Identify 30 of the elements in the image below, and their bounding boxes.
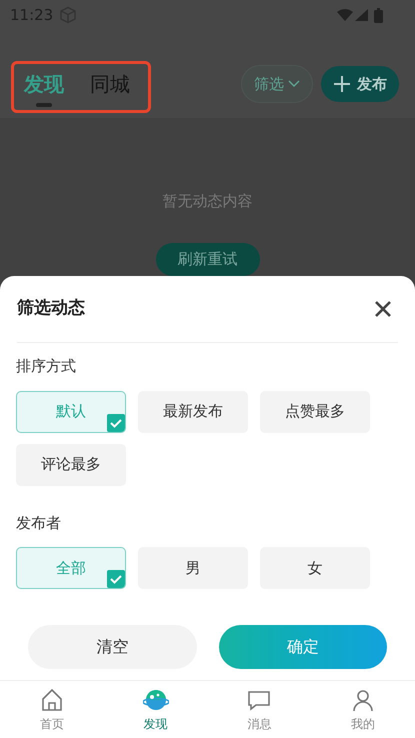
filter-option[interactable]: 男 xyxy=(138,547,248,589)
filter-option[interactable]: 点赞最多 xyxy=(260,390,370,432)
chevron-down-icon xyxy=(288,80,300,88)
section-label: 发布者 xyxy=(16,512,62,534)
confirm-button[interactable]: 确定 xyxy=(218,625,387,669)
check-icon xyxy=(107,414,125,432)
publish-button[interactable]: 发布 xyxy=(321,66,399,102)
filter-option[interactable]: 全部 xyxy=(16,547,126,589)
close-icon[interactable] xyxy=(373,299,393,319)
nav-tab[interactable]: 消息 xyxy=(208,681,312,738)
battery-icon xyxy=(374,8,383,22)
filter-option[interactable]: 评论最多 xyxy=(16,444,126,486)
tab[interactable]: 发现 xyxy=(24,69,64,99)
nav-tab[interactable]: 发现 xyxy=(104,681,208,738)
tab-indicator xyxy=(36,103,52,107)
filter-option[interactable]: 默认 xyxy=(16,390,126,432)
empty-message: 暂无动态内容 xyxy=(162,191,252,212)
filter-button[interactable]: 筛选 xyxy=(241,65,313,103)
signal-icon xyxy=(355,9,368,21)
filter-option[interactable]: 女 xyxy=(260,547,370,589)
check-icon xyxy=(107,570,125,588)
nav-tab[interactable]: 首页 xyxy=(0,681,104,738)
plus-icon xyxy=(333,75,351,93)
wifi-icon xyxy=(337,9,353,21)
sheet-title: 筛选动态 xyxy=(17,297,86,320)
nav-tab[interactable]: 我的 xyxy=(311,681,415,738)
section-label: 排序方式 xyxy=(16,356,77,377)
clear-button[interactable]: 清空 xyxy=(28,625,196,669)
filter-option[interactable]: 最新发布 xyxy=(138,390,248,432)
retry-button[interactable]: 刷新重试 xyxy=(156,242,260,276)
